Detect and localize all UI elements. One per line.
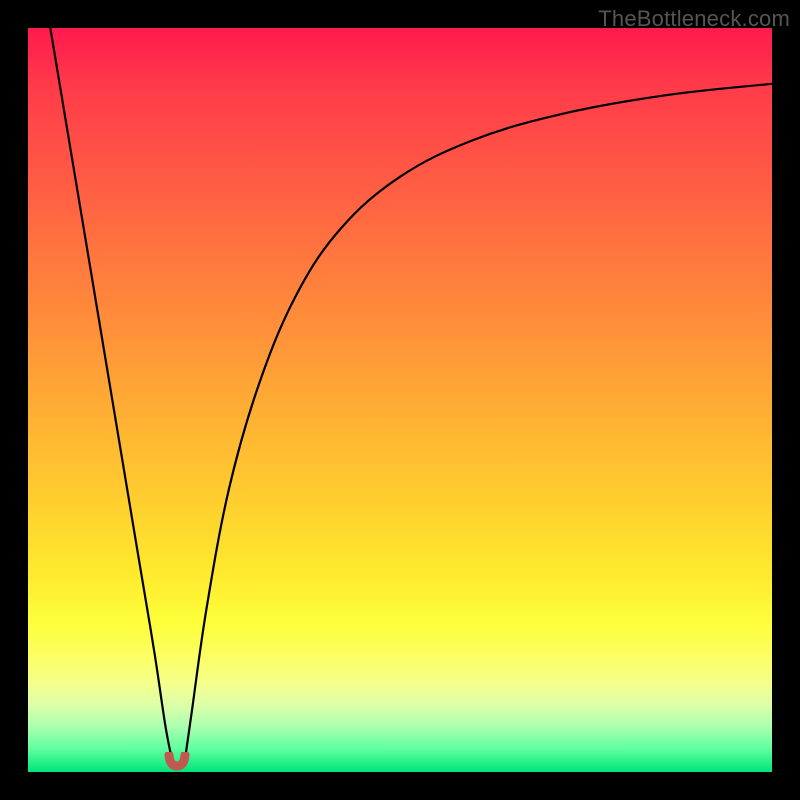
bottleneck-curve	[28, 28, 772, 772]
curve-right-branch	[184, 84, 772, 765]
curve-left-branch	[50, 28, 173, 765]
plot-area	[28, 28, 772, 772]
optimum-marker	[163, 752, 191, 774]
marker-u-icon	[169, 755, 185, 766]
chart-frame: TheBottleneck.com	[0, 0, 800, 800]
